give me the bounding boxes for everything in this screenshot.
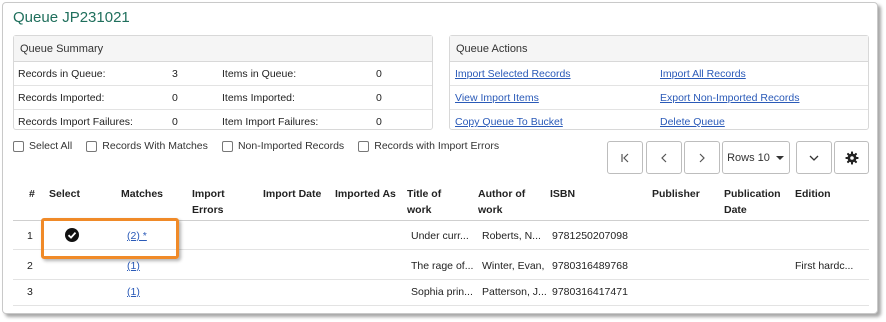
title-cell: Under curr... xyxy=(411,230,469,242)
queue-summary-panel: Queue Summary Records in Queue: 3 Items … xyxy=(13,35,433,130)
gear-icon xyxy=(845,151,858,164)
row-number: 1 xyxy=(27,230,33,242)
author-cell: Roberts, N... xyxy=(482,230,541,242)
page-title: Queue JP231021 xyxy=(13,9,130,26)
checkbox-box[interactable] xyxy=(358,140,370,152)
summary-row: Records Imported: 0 Items Imported: 0 xyxy=(14,86,432,110)
checkbox-box[interactable] xyxy=(13,140,24,152)
chevron-down-icon xyxy=(809,155,819,161)
queue-summary-heading: Queue Summary xyxy=(14,36,432,62)
matches-link[interactable]: (1) xyxy=(127,260,140,272)
non-imported-records-checkbox[interactable]: Non-Imported Records xyxy=(221,140,345,152)
column-header-edition[interactable]: Edition xyxy=(795,186,831,202)
summary-row: Records Import Failures: 0 Item Import F… xyxy=(14,110,432,134)
checkbox-label: Records With Matches xyxy=(102,140,208,152)
actions-row: Import Selected Records Import All Recor… xyxy=(450,62,868,86)
column-options-button[interactable] xyxy=(796,141,832,174)
isbn-cell: 9781250207098 xyxy=(552,230,628,242)
chevron-left-icon xyxy=(661,153,667,162)
summary-value: 0 xyxy=(376,116,382,128)
edition-cell: First hardc... xyxy=(795,260,854,272)
actions-row: Copy Queue To Bucket Delete Queue xyxy=(450,110,868,134)
summary-label: Records Imported: xyxy=(18,92,105,104)
summary-row: Records in Queue: 3 Items in Queue: 0 xyxy=(14,62,432,86)
column-header-publisher[interactable]: Publisher xyxy=(652,186,700,202)
next-page-button[interactable] xyxy=(684,141,720,174)
checkbox-box[interactable] xyxy=(86,140,98,152)
filter-bar: Select All Records With Matches Non-Impo… xyxy=(13,140,510,158)
row-number: 3 xyxy=(27,286,33,298)
copy-queue-to-bucket-link[interactable]: Copy Queue To Bucket xyxy=(455,116,563,128)
import-selected-records-link[interactable]: Import Selected Records xyxy=(455,68,571,80)
summary-label: Records Import Failures: xyxy=(18,116,133,128)
records-with-import-errors-checkbox[interactable]: Records with Import Errors xyxy=(358,140,499,152)
queue-actions-panel: Queue Actions Import Selected Records Im… xyxy=(449,35,869,130)
author-cell: Patterson, J... xyxy=(482,286,547,298)
chevron-right-icon xyxy=(699,153,705,162)
first-page-button[interactable] xyxy=(607,141,643,174)
select-all-checkbox[interactable]: Select All xyxy=(13,140,72,152)
queue-window: Queue JP231021 Queue Summary Records in … xyxy=(2,2,878,314)
isbn-cell: 9780316489768 xyxy=(552,260,628,272)
column-header-title[interactable]: Title of work xyxy=(407,186,441,218)
matches-link[interactable]: (1) xyxy=(127,286,140,298)
title-cell: Sophia prin... xyxy=(411,286,473,298)
column-header-import-errors[interactable]: Import Errors xyxy=(192,186,225,218)
column-header-select[interactable]: Select xyxy=(49,186,80,202)
summary-label: Items in Queue: xyxy=(222,68,297,80)
isbn-cell: 9780316417471 xyxy=(552,286,628,298)
view-import-items-link[interactable]: View Import Items xyxy=(455,92,539,104)
row-number: 2 xyxy=(27,260,33,272)
table-row[interactable]: 3 (1) Sophia prin... Patterson, J... 978… xyxy=(13,278,869,306)
summary-value: 0 xyxy=(376,68,382,80)
column-header-imported-as[interactable]: Imported As xyxy=(335,186,396,202)
rows-per-page-label: Rows 10 xyxy=(727,151,770,164)
export-non-imported-records-link[interactable]: Export Non-Imported Records xyxy=(660,92,799,104)
settings-button[interactable] xyxy=(834,141,869,174)
caret-down-icon xyxy=(775,155,784,160)
actions-row: View Import Items Export Non-Imported Re… xyxy=(450,86,868,110)
column-header-import-date[interactable]: Import Date xyxy=(263,186,321,202)
records-with-matches-checkbox[interactable]: Records With Matches xyxy=(86,140,208,152)
delete-queue-link[interactable]: Delete Queue xyxy=(660,116,725,128)
author-cell: Winter, Evan, xyxy=(482,260,545,272)
column-header-matches[interactable]: Matches xyxy=(121,186,163,202)
checkbox-label: Select All xyxy=(29,140,73,152)
summary-value: 3 xyxy=(172,68,178,80)
previous-page-button[interactable] xyxy=(646,141,682,174)
summary-label: Item Import Failures: xyxy=(222,116,319,128)
summary-value: 0 xyxy=(376,92,382,104)
title-cell: The rage of... xyxy=(411,260,474,272)
table-header: # Select Matches Import Errors Import Da… xyxy=(13,179,869,221)
rows-per-page-dropdown[interactable]: Rows 10 xyxy=(722,141,790,174)
summary-value: 0 xyxy=(172,116,178,128)
column-header-author[interactable]: Author of work xyxy=(478,186,525,218)
column-header-publication-date[interactable]: Publication Date xyxy=(724,186,781,218)
import-all-records-link[interactable]: Import All Records xyxy=(660,68,746,80)
summary-value: 0 xyxy=(172,92,178,104)
summary-label: Records in Queue: xyxy=(18,68,106,80)
first-page-icon xyxy=(621,153,629,162)
summary-label: Items Imported: xyxy=(222,92,295,104)
checkbox-box[interactable] xyxy=(221,140,233,152)
checkbox-label: Non-Imported Records xyxy=(237,140,345,152)
checkbox-label: Records with Import Errors xyxy=(374,140,500,152)
column-header-number[interactable]: # xyxy=(29,186,35,202)
highlight-callout xyxy=(41,218,179,259)
column-header-isbn[interactable]: ISBN xyxy=(550,186,575,202)
queue-actions-heading: Queue Actions xyxy=(450,36,868,62)
